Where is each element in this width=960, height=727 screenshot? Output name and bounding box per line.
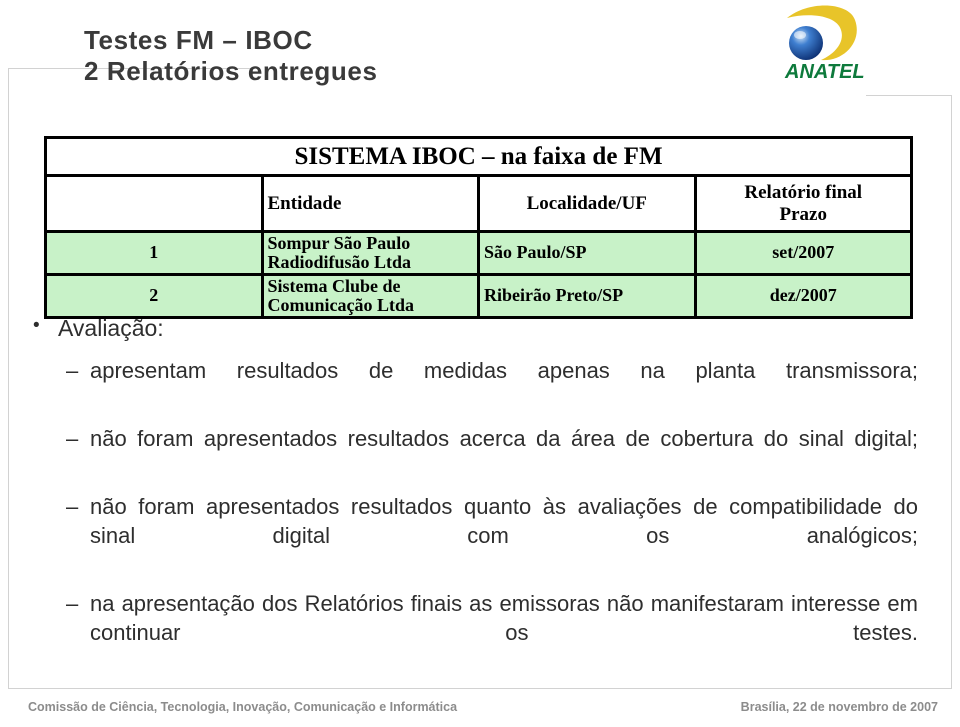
- table-row: 1 Sompur São Paulo Radiodifusão Ltda São…: [44, 230, 913, 276]
- bullet-heading-label: Avaliação:: [58, 315, 164, 341]
- frame-line-bottom: [8, 688, 952, 689]
- column-header-relatorio-line2: Prazo: [779, 203, 827, 225]
- list-item-label: na apresentação dos Relatórios finais as…: [90, 590, 918, 645]
- frame-line-left: [8, 68, 9, 688]
- column-header-relatorio: Relatório final Prazo: [693, 174, 913, 233]
- iboc-stations-table: SISTEMA IBOC – na faixa de FM Entidade L…: [44, 136, 913, 319]
- cell-relatorio: dez/2007: [693, 272, 913, 319]
- dash-icon: –: [66, 494, 79, 520]
- footer-committee-name: Comissão de Ciência, Tecnologia, Inovaçã…: [28, 700, 458, 714]
- table-header-row: Entidade Localidade/UF Relatório final P…: [44, 174, 913, 233]
- list-item-label: não foram apresentados resultados quanto…: [90, 494, 918, 548]
- bullet-heading: • Avaliação:: [24, 314, 944, 343]
- bullet-dot-icon: •: [33, 315, 40, 336]
- anatel-logo-graphic: ANATEL: [784, 5, 865, 82]
- list-item: – apresentam resultados de medidas apena…: [24, 357, 944, 414]
- footer-date-location: Brasília, 22 de novembro de 2007: [740, 700, 938, 714]
- dash-icon: –: [66, 357, 79, 383]
- cell-index: 1: [44, 230, 264, 276]
- column-header-index: [44, 174, 264, 233]
- cell-localidade: Ribeirão Preto/SP: [477, 272, 697, 319]
- logo-sphere-shape: [789, 26, 823, 60]
- cell-entidade: Sompur São Paulo Radiodifusão Ltda: [260, 230, 480, 276]
- column-header-localidade: Localidade/UF: [477, 174, 697, 233]
- dash-icon: –: [66, 425, 79, 451]
- list-item: – não foram apresentados resultados quan…: [24, 493, 944, 579]
- logo-wordmark: ANATEL: [784, 61, 865, 82]
- cell-entidade: Sistema Clube de Comunicação Ltda: [260, 272, 480, 319]
- column-header-relatorio-line1: Relatório final: [744, 182, 863, 204]
- cell-relatorio: set/2007: [693, 230, 913, 276]
- frame-line-logo-top: [866, 95, 952, 96]
- page-title-line-2: 2 Relatórios entregues: [84, 55, 378, 86]
- list-item: – na apresentação dos Relatórios finais …: [24, 590, 944, 676]
- table-row: 2 Sistema Clube de Comunicação Ltda Ribe…: [44, 272, 913, 319]
- logo-sphere-highlight: [794, 31, 806, 39]
- column-header-entidade: Entidade: [260, 174, 480, 233]
- frame-line-right: [951, 95, 952, 688]
- page-title-line-1: Testes FM – IBOC: [84, 25, 313, 55]
- list-item-label: não foram apresentados resultados acerca…: [90, 425, 918, 451]
- table-caption-row: SISTEMA IBOC – na faixa de FM: [44, 136, 913, 177]
- cell-localidade: São Paulo/SP: [477, 230, 697, 276]
- content-bullet-list: • Avaliação: – apresentam resultados de …: [24, 314, 944, 687]
- table-caption: SISTEMA IBOC – na faixa de FM: [44, 136, 913, 177]
- slide-canvas: Testes FM – IBOC 2 Relatórios entregues …: [0, 0, 960, 727]
- cell-index: 2: [44, 272, 264, 319]
- page-title: Testes FM – IBOC 2 Relatórios entregues: [84, 25, 378, 86]
- dash-icon: –: [66, 590, 79, 616]
- list-item-label: apresentam resultados de medidas apenas …: [90, 357, 918, 383]
- list-item: – não foram apresentados resultados acer…: [24, 425, 944, 482]
- anatel-logo: ANATEL: [773, 4, 883, 82]
